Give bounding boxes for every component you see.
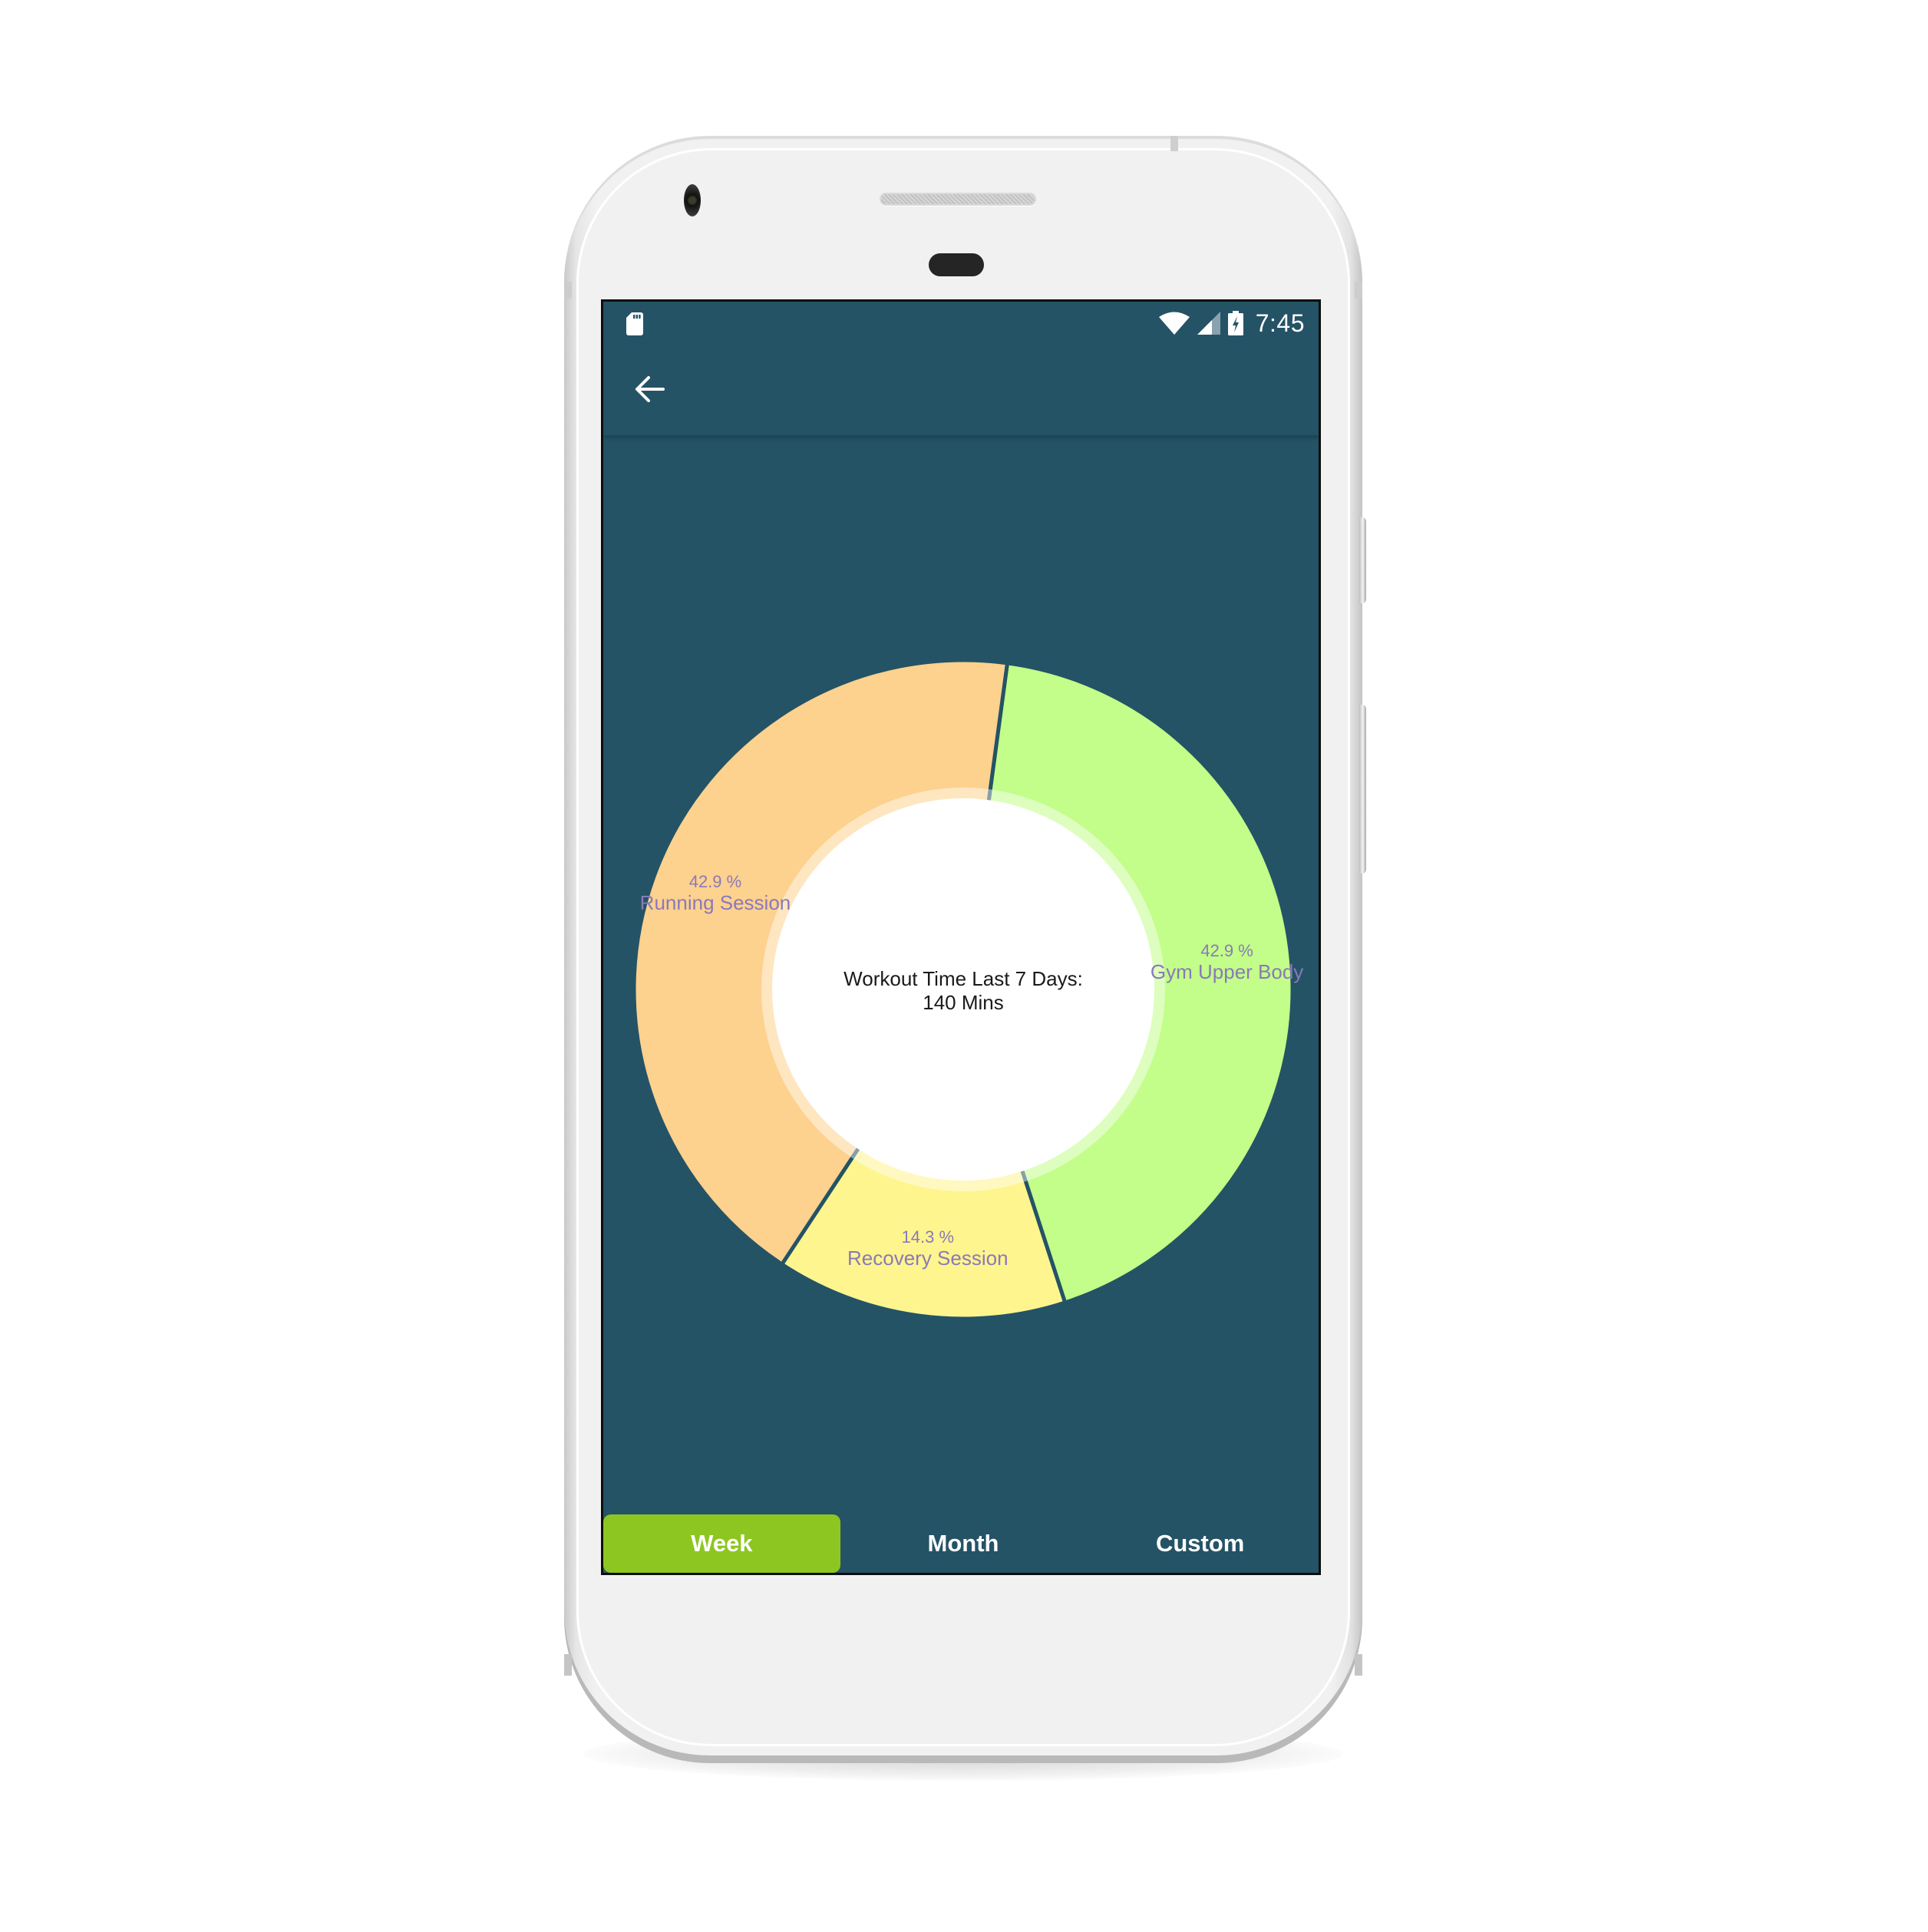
period-tabs: Week Month Custom	[603, 1514, 1319, 1573]
slice-percent-label: 42.9 %	[1200, 941, 1253, 960]
center-total: 140 Mins	[923, 991, 1004, 1014]
tab-week[interactable]: Week	[603, 1514, 840, 1573]
antenna-line	[564, 1654, 572, 1676]
antenna-line	[1355, 282, 1362, 299]
slice-category-label: Recovery Session	[847, 1247, 1009, 1270]
earpiece-speaker	[880, 193, 1036, 206]
slice-percent-label: 42.9 %	[689, 872, 742, 891]
phone-screen: 7:45 42.9 % Gym Upper Body 14.3 % Recovery …	[601, 299, 1321, 1575]
workout-donut-chart: 42.9 %Gym Upper Body14.3 %Recovery Sessi…	[632, 658, 1303, 1321]
proximity-sensor	[929, 253, 984, 276]
tab-custom[interactable]: Custom	[1081, 1514, 1319, 1573]
antenna-line	[1170, 136, 1178, 151]
slice-percent-label: 14.3 %	[902, 1227, 955, 1247]
antenna-line	[564, 282, 572, 299]
tab-month[interactable]: Month	[845, 1514, 1082, 1573]
antenna-line	[1355, 1654, 1362, 1676]
center-title: Workout Time Last 7 Days:	[844, 967, 1083, 990]
volume-button[interactable]	[1359, 705, 1366, 874]
slice-category-label: Gym Upper Body	[1151, 960, 1303, 983]
slice-category-label: Running Session	[640, 891, 791, 914]
power-button[interactable]	[1359, 517, 1366, 603]
front-camera-icon	[684, 184, 701, 216]
